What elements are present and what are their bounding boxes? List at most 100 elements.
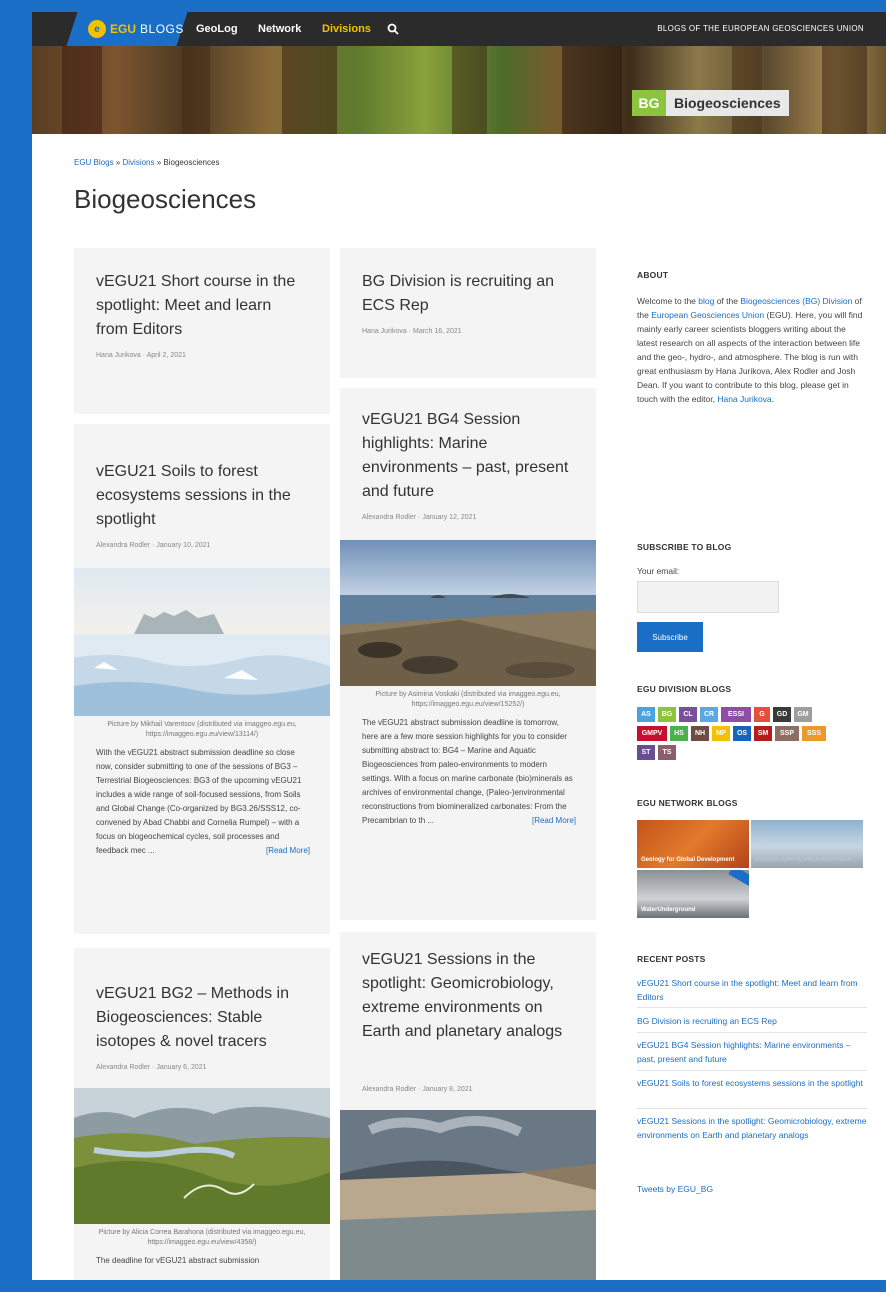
post-date: March 16, 2021 (412, 328, 462, 335)
network-blog-thumb[interactable]: Between a Rock and a Hard Place (751, 820, 863, 868)
division-badge-hs[interactable]: HS (670, 726, 688, 741)
division-blogs-heading: EGU DIVISION BLOGS (637, 684, 732, 694)
post-date: April 2, 2021 (146, 352, 186, 359)
post-image-beach[interactable] (340, 540, 596, 686)
post-card[interactable]: vEGU21 BG4 Session highlights: Marine en… (340, 388, 596, 920)
division-badge: BG Biogeosciences (632, 90, 789, 116)
post-card[interactable]: vEGU21 Short course in the spotlight: Me… (74, 248, 330, 414)
divider (637, 1070, 867, 1071)
post-excerpt-text: With the vEGU21 abstract submission dead… (96, 748, 302, 855)
division-badge-np[interactable]: NP (712, 726, 730, 741)
post-author[interactable]: Alexandra Rodler (362, 514, 416, 521)
division-badge-bg[interactable]: BG (658, 707, 676, 722)
post-title[interactable]: vEGU21 Short course in the spotlight: Me… (96, 270, 306, 342)
post-image-ice[interactable] (74, 568, 330, 716)
egu-blogs-logo[interactable]: e EGU BLOGS (88, 12, 184, 46)
recent-post-link[interactable]: vEGU21 Sessions in the spotlight: Geomic… (637, 1114, 867, 1142)
recent-post-link[interactable]: vEGU21 BG4 Session highlights: Marine en… (637, 1038, 867, 1066)
division-badge-as[interactable]: AS (637, 707, 655, 722)
post-author[interactable]: Alexandra Rodler (96, 1064, 150, 1071)
post-title[interactable]: vEGU21 BG2 – Methods in Biogeosciences: … (96, 982, 306, 1054)
site-tagline: BLOGS OF THE EUROPEAN GEOSCIENCES UNION (657, 24, 864, 33)
page-title: Biogeosciences (74, 184, 257, 214)
network-blogs-heading: EGU NETWORK BLOGS (637, 798, 738, 808)
post-image-geothermal[interactable] (340, 1110, 596, 1280)
email-label: Your email: (637, 566, 680, 576)
header-banner: BG Biogeosciences (32, 46, 886, 134)
division-badge-ts[interactable]: TS (658, 745, 676, 760)
division-badge-g[interactable]: G (754, 707, 770, 722)
nav-divisions[interactable]: Divisions (322, 12, 371, 46)
post-meta: Alexandra Rodler · January 12, 2021 (362, 514, 476, 521)
post-date: January 6, 2021 (156, 1064, 207, 1071)
egu-logo-icon: e (88, 20, 106, 38)
about-heading: ABOUT (637, 270, 669, 280)
division-badge-ssp[interactable]: SSP (775, 726, 799, 741)
division-badge-cl[interactable]: CL (679, 707, 697, 722)
post-title[interactable]: BG Division is recruiting an ECS Rep (362, 270, 572, 318)
network-blog-thumb[interactable]: WaterUnderground (637, 870, 749, 918)
about-blog-link[interactable]: blog (698, 296, 714, 306)
post-card[interactable]: vEGU21 BG2 – Methods in Biogeosciences: … (74, 948, 330, 1280)
division-badge-sm[interactable]: SM (754, 726, 772, 741)
logo-blogs-text: BLOGS (140, 22, 184, 36)
about-egu-link[interactable]: European Geosciences Union (651, 310, 764, 320)
page-frame: e EGU BLOGS GeoLog Network Divisions BLO… (32, 12, 886, 1280)
post-author[interactable]: Hana Jurikova (362, 328, 407, 335)
divider (637, 1007, 867, 1008)
image-caption: Picture by Mikhail Varentsov (distribute… (107, 721, 297, 738)
tweets-link[interactable]: Tweets by EGU_BG (637, 1182, 867, 1196)
post-author[interactable]: Alexandra Rodler (96, 542, 150, 549)
read-more-link[interactable]: [Read More] (532, 814, 576, 828)
division-name: Biogeosciences (666, 90, 789, 116)
division-badge-nh[interactable]: NH (691, 726, 709, 741)
recent-post-link[interactable]: vEGU21 Short course in the spotlight: Me… (637, 976, 867, 1004)
top-nav: e EGU BLOGS GeoLog Network Divisions BLO… (32, 12, 886, 46)
post-card[interactable]: BG Division is recruiting an ECS Rep Han… (340, 248, 596, 378)
banner-tree (182, 46, 210, 134)
division-badge-os[interactable]: OS (733, 726, 751, 741)
post-title[interactable]: vEGU21 Soils to forest ecosystems sessio… (96, 460, 306, 532)
post-image-valley[interactable] (74, 1088, 330, 1224)
division-badge-gm[interactable]: GM (794, 707, 812, 722)
division-badge-essi[interactable]: ESSI (721, 707, 751, 722)
post-date: January 8, 2021 (422, 1086, 473, 1093)
breadcrumb-current: Biogeosciences (163, 158, 220, 167)
post-card[interactable]: vEGU21 Soils to forest ecosystems sessio… (74, 424, 330, 934)
recent-post-link[interactable]: BG Division is recruiting an ECS Rep (637, 1014, 867, 1028)
post-meta: Alexandra Rodler · January 10, 2021 (96, 542, 210, 549)
subscribe-heading: SUBSCRIBE TO BLOG (637, 542, 732, 552)
banner-tree (452, 46, 487, 134)
division-badge-cr[interactable]: CR (700, 707, 718, 722)
post-author[interactable]: Hana Jurikova (96, 352, 141, 359)
post-excerpt-text: The vEGU21 abstract submission deadline … (362, 718, 573, 825)
post-meta: Hana Jurikova · March 16, 2021 (362, 328, 462, 335)
recent-post-link[interactable]: vEGU21 Soils to forest ecosystems sessio… (637, 1076, 867, 1090)
about-division-link[interactable]: Biogeosciences (BG) Division (740, 296, 852, 306)
division-badge-sss[interactable]: SSS (802, 726, 826, 741)
divider (637, 1108, 867, 1109)
image-caption: Picture by Alicia Correa Barahona (distr… (98, 1229, 306, 1246)
post-author[interactable]: Alexandra Rodler (362, 1086, 416, 1093)
about-editor-link[interactable]: Hana Jurikova (717, 394, 771, 404)
division-badge-gd[interactable]: GD (773, 707, 791, 722)
post-title[interactable]: vEGU21 Sessions in the spotlight: Geomic… (362, 948, 572, 1044)
breadcrumb: EGU Blogs » Divisions » Biogeosciences (74, 158, 219, 167)
network-blog-thumb[interactable]: Geology for Global Development (637, 820, 749, 868)
search-icon[interactable] (387, 23, 399, 35)
new-ribbon (728, 870, 749, 888)
nav-geolog[interactable]: GeoLog (196, 12, 238, 46)
read-more-link[interactable]: [Read More] (266, 844, 310, 858)
banner-tree (282, 46, 337, 134)
division-badge-gmpv[interactable]: GMPV (637, 726, 667, 741)
post-card[interactable]: vEGU21 Sessions in the spotlight: Geomic… (340, 932, 596, 1280)
breadcrumb-divisions[interactable]: Divisions (122, 158, 154, 167)
nav-network[interactable]: Network (258, 12, 301, 46)
post-date: January 10, 2021 (156, 542, 211, 549)
post-title[interactable]: vEGU21 BG4 Session highlights: Marine en… (362, 408, 572, 504)
division-badge-st[interactable]: ST (637, 745, 655, 760)
subscribe-button[interactable]: Subscribe (637, 622, 703, 652)
email-field[interactable] (637, 581, 779, 613)
division-abbr: BG (632, 90, 666, 116)
breadcrumb-home[interactable]: EGU Blogs (74, 158, 114, 167)
